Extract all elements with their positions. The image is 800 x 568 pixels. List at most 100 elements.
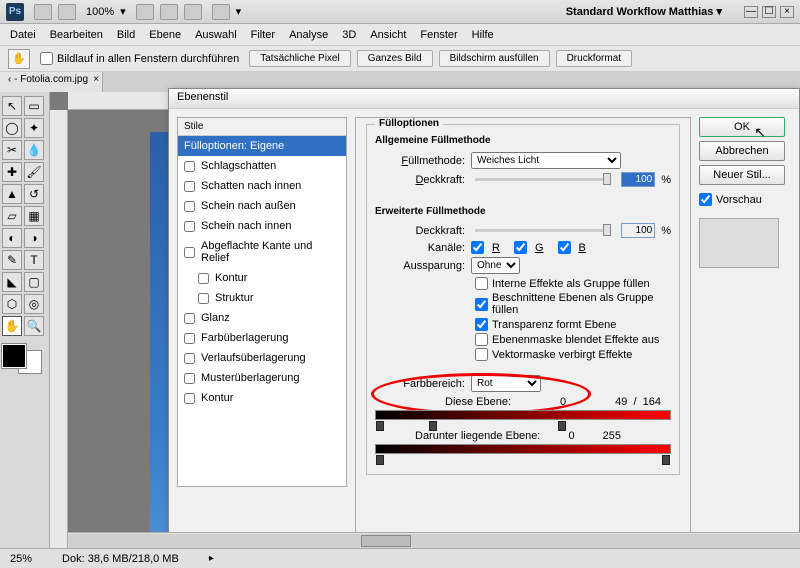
style-item[interactable]: Fülloptionen: Eigene (178, 136, 346, 156)
scroll-all-checkbox[interactable]: Bildlauf in allen Fenstern durchführen (40, 52, 239, 65)
menu-filter[interactable]: Filter (251, 29, 275, 41)
channel-g-checkbox[interactable] (514, 241, 527, 254)
hand-tool[interactable]: ✋ (2, 316, 22, 336)
rotate-icon[interactable] (184, 4, 202, 20)
menu-fenster[interactable]: Fenster (420, 29, 457, 41)
bridge-icon[interactable] (34, 4, 52, 20)
underlying-layer-gradient[interactable] (375, 444, 671, 454)
underlying-layer-label: Darunter liegende Ebene: (415, 430, 540, 442)
cancel-button[interactable]: Abbrechen (699, 141, 785, 161)
camera-tool[interactable]: ◎ (24, 294, 44, 314)
menu-hilfe[interactable]: Hilfe (472, 29, 494, 41)
eyedropper-tool[interactable]: 💧 (24, 140, 44, 160)
zoom-icon[interactable] (160, 4, 178, 20)
adv-checkbox[interactable]: Interne Effekte als Gruppe füllen (475, 277, 671, 290)
style-item[interactable]: Schein nach innen (178, 216, 346, 236)
history-tool[interactable]: ↺ (24, 184, 44, 204)
close-button[interactable]: × (780, 6, 794, 18)
menu-analyse[interactable]: Analyse (289, 29, 328, 41)
style-item[interactable]: Glanz (178, 308, 346, 328)
menu-bearbeiten[interactable]: Bearbeiten (50, 29, 103, 41)
marquee-tool[interactable]: ▭ (24, 96, 44, 116)
optbar-button[interactable]: Tatsächliche Pixel (249, 50, 350, 67)
channel-r-checkbox[interactable] (471, 241, 484, 254)
hand-icon[interactable] (136, 4, 154, 20)
knockout-label: Aussparung: (375, 260, 465, 272)
app-topbar: Ps 100% ▾ ▾ Standard Workflow Matthias ▾… (0, 0, 800, 24)
menu-3d[interactable]: 3D (342, 29, 356, 41)
menu-ebene[interactable]: Ebene (149, 29, 181, 41)
film-icon[interactable] (58, 4, 76, 20)
maximize-button[interactable]: ☐ (762, 6, 776, 18)
3d-tool[interactable]: ⬡ (2, 294, 22, 314)
horizontal-scrollbar[interactable] (68, 532, 800, 548)
minimize-button[interactable]: — (744, 6, 758, 18)
ok-button[interactable]: OK↖ (699, 117, 785, 137)
fill-opacity-slider[interactable] (475, 229, 611, 232)
eraser-tool[interactable]: ▱ (2, 206, 22, 226)
lasso-tool[interactable]: ◯ (2, 118, 22, 138)
opacity-slider[interactable] (475, 178, 611, 181)
hand-tool-icon[interactable]: ✋ (8, 49, 30, 69)
this-layer-gradient[interactable] (375, 410, 671, 420)
channel-b-checkbox[interactable] (558, 241, 571, 254)
zoom-dropdown[interactable]: 100% ▾ (86, 5, 126, 18)
advanced-fill-legend: Erweiterte Füllmethode (375, 206, 671, 217)
options-panel: Fülloptionen Allgemeine Füllmethode Füll… (355, 117, 691, 537)
adv-checkbox[interactable]: Transparenz formt Ebene (475, 318, 671, 331)
heal-tool[interactable]: ✚ (2, 162, 22, 182)
adv-checkbox[interactable]: Ebenenmaske blendet Effekte aus (475, 333, 671, 346)
path-tool[interactable]: ◣ (2, 272, 22, 292)
style-item[interactable]: Schlagschatten (178, 156, 346, 176)
layer-style-dialog: Ebenenstil Stile Fülloptionen: EigeneSch… (168, 88, 800, 548)
style-item[interactable]: Kontur (178, 388, 346, 408)
screen-mode-icon[interactable] (212, 4, 230, 20)
fill-opacity-input[interactable]: 100 (621, 223, 655, 238)
workspace-label[interactable]: Standard Workflow Matthias ▾ (566, 5, 722, 18)
preview-checkbox[interactable]: Vorschau (699, 193, 785, 206)
adv-checkbox[interactable]: Vektormaske verbirgt Effekte (475, 348, 671, 361)
style-item[interactable]: Abgeflachte Kante und Relief (178, 236, 346, 268)
style-item[interactable]: Kontur (178, 268, 346, 288)
this-layer-label: Diese Ebene: (445, 396, 511, 408)
style-item[interactable]: Struktur (178, 288, 346, 308)
style-item[interactable]: Musterüberlagerung (178, 368, 346, 388)
opacity-input[interactable]: 100 (621, 172, 655, 187)
type-tool[interactable]: T (24, 250, 44, 270)
zoom-tool[interactable]: 🔍 (24, 316, 44, 336)
menu-bild[interactable]: Bild (117, 29, 135, 41)
gradient-tool[interactable]: ▦ (24, 206, 44, 226)
adv-checkbox[interactable]: Beschnittene Ebenen als Gruppe füllen (475, 292, 671, 316)
cursor-icon: ↖ (754, 124, 766, 141)
knockout-select[interactable]: Ohne (471, 257, 520, 274)
style-item[interactable]: Schein nach außen (178, 196, 346, 216)
optbar-button[interactable]: Ganzes Bild (357, 50, 433, 67)
menu-datei[interactable]: Datei (10, 29, 36, 41)
toolbox: ↖▭ ◯✦ ✂💧 ✚🖌 ▲↺ ▱▦ ◐◑ ✎T ◣▢ ⬡◎ ✋🔍 (0, 92, 50, 548)
style-item[interactable]: Schatten nach innen (178, 176, 346, 196)
wand-tool[interactable]: ✦ (24, 118, 44, 138)
zoom-status[interactable]: 25% (10, 553, 32, 565)
shape-tool[interactable]: ▢ (24, 272, 44, 292)
style-item[interactable]: Farbüberlagerung (178, 328, 346, 348)
stamp-tool[interactable]: ▲ (2, 184, 22, 204)
styles-header: Stile (178, 118, 346, 136)
blend-mode-label: Füllmethode: (375, 155, 465, 167)
style-item[interactable]: Verlaufsüberlagerung (178, 348, 346, 368)
dodge-tool[interactable]: ◑ (24, 228, 44, 248)
color-swatch[interactable] (2, 344, 42, 374)
blend-mode-select[interactable]: Weiches Licht (471, 152, 621, 169)
blend-range-select[interactable]: Rot (471, 375, 541, 392)
optbar-button[interactable]: Druckformat (556, 50, 632, 67)
brush-tool[interactable]: 🖌 (24, 162, 44, 182)
pen-tool[interactable]: ✎ (2, 250, 22, 270)
crop-tool[interactable]: ✂ (2, 140, 22, 160)
new-style-button[interactable]: Neuer Stil... (699, 165, 785, 185)
styles-list: Stile Fülloptionen: EigeneSchlagschatten… (177, 117, 347, 487)
blur-tool[interactable]: ◐ (2, 228, 22, 248)
optbar-button[interactable]: Bildschirm ausfüllen (439, 50, 550, 67)
menu-ansicht[interactable]: Ansicht (370, 29, 406, 41)
file-tab[interactable]: ‹ - Fotolia.com.jpg (0, 72, 103, 92)
menu-auswahl[interactable]: Auswahl (195, 29, 237, 41)
move-tool[interactable]: ↖ (2, 96, 22, 116)
